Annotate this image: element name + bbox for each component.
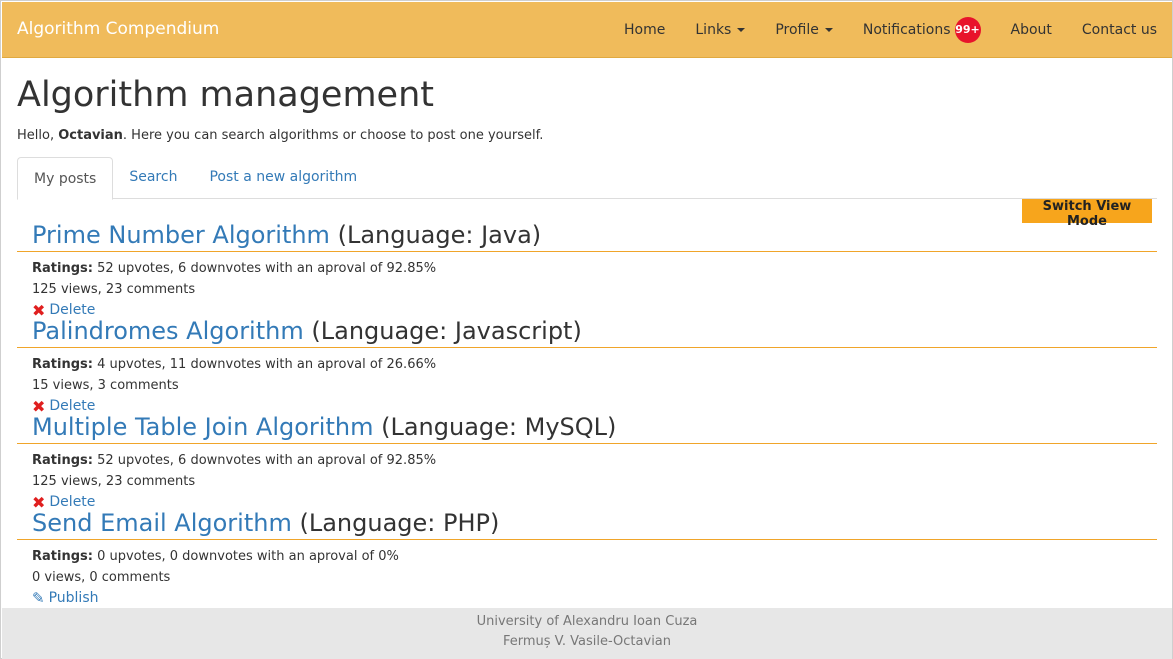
nav-links-dropdown[interactable]: Links [680,2,760,57]
caret-down-icon [737,27,746,32]
top-navbar: Algorithm Compendium Home Links Profile … [2,2,1172,58]
footer-author: Fermuș V. Vasile-Octavian [502,634,672,649]
nav-profile-dropdown[interactable]: Profile [760,2,848,57]
nav-home-label: Home [624,21,666,38]
nav-contact[interactable]: Contact us [1067,2,1172,57]
ratings-value: 52 upvotes, 6 downvotes with an aproval … [97,453,437,468]
post-ratings: Ratings: 52 upvotes, 6 downvotes with an… [17,450,1157,471]
ratings-value: 52 upvotes, 6 downvotes with an aproval … [97,261,437,276]
post-title-link[interactable]: Send Email Algorithm [32,509,292,537]
tab-my-posts[interactable]: My posts [17,157,114,200]
ratings-label: Ratings: [32,357,93,372]
post-title: Palindromes Algorithm (Language: Javascr… [17,319,1157,348]
post-item: Palindromes Algorithm (Language: Javascr… [17,319,1157,417]
ratings-label: Ratings: [32,549,93,564]
pencil-icon: ✎ [32,589,45,607]
post-stats: 125 views, 23 comments [32,282,196,297]
intro-prefix: Hello, [17,128,59,143]
post-item: Send Email Algorithm (Language: PHP) Rat… [17,511,1157,609]
nav-notifications[interactable]: Notifications 99+ [848,2,996,57]
post-stats: 125 views, 23 comments [32,474,196,489]
ratings-value: 4 upvotes, 11 downvotes with an aproval … [97,357,437,372]
tab-search-label: Search [129,169,178,185]
ratings-label: Ratings: [32,261,93,276]
post-ratings: Ratings: 0 upvotes, 0 downvotes with an … [17,546,1157,567]
tab-bar: My posts Search Post a new algorithm [17,157,1157,200]
publish-button[interactable]: ✎ Publish [17,588,98,609]
notification-count-badge: 99+ [954,16,981,43]
post-title-link[interactable]: Palindromes Algorithm [32,317,304,345]
post-ratings: Ratings: 4 upvotes, 11 downvotes with an… [17,354,1157,375]
footer-university: University of Alexandru Ioan Cuza [476,614,698,629]
nav-menu: Home Links Profile Notifications 99+ Abou… [609,2,1172,57]
post-stats: 0 views, 0 comments [32,570,171,585]
footer: University of Alexandru Ioan Cuza Fermuș… [2,608,1172,659]
post-title-link[interactable]: Prime Number Algorithm [32,221,330,249]
post-item: Multiple Table Join Algorithm (Language:… [17,415,1157,513]
nav-about-label: About [1010,21,1052,38]
post-title: Send Email Algorithm (Language: PHP) [17,511,1157,540]
page-title: Algorithm management [17,75,434,115]
nav-about[interactable]: About [996,2,1067,57]
post-stats: 15 views, 3 comments [32,378,179,393]
post-title: Multiple Table Join Algorithm (Language:… [17,415,1157,444]
nav-notifications-label: Notifications [862,21,951,38]
tab-post-new-label: Post a new algorithm [209,169,358,185]
ratings-value: 0 upvotes, 0 downvotes with an aproval o… [97,549,399,564]
user-name: Octavian [58,128,123,143]
nav-contact-label: Contact us [1081,21,1157,38]
tab-search[interactable]: Search [113,157,193,197]
post-ratings: Ratings: 52 upvotes, 6 downvotes with an… [17,258,1157,279]
post-item: Prime Number Algorithm (Language: Java) … [17,223,1157,321]
ratings-label: Ratings: [32,453,93,468]
switch-view-mode-button[interactable]: Switch View Mode [1022,199,1152,229]
post-title-link[interactable]: Multiple Table Join Algorithm [32,413,373,441]
caret-down-icon [824,27,833,32]
nav-profile-label: Profile [775,21,819,38]
post-title: Prime Number Algorithm (Language: Java) [17,223,1157,252]
post-language: (Language: Javascript) [311,317,582,345]
tab-post-new[interactable]: Post a new algorithm [193,157,373,197]
intro-text: Hello, Octavian. Here you can search alg… [17,128,543,143]
post-language: (Language: MySQL) [381,413,617,441]
post-language: (Language: PHP) [299,509,500,537]
brand-logo[interactable]: Algorithm Compendium [17,19,219,39]
nav-home[interactable]: Home [609,2,680,57]
post-language: (Language: Java) [337,221,542,249]
tab-my-posts-label: My posts [34,170,97,187]
publish-label: Publish [48,590,99,606]
nav-links-label: Links [695,21,732,38]
intro-suffix: . Here you can search algorithms or choo… [122,128,544,143]
